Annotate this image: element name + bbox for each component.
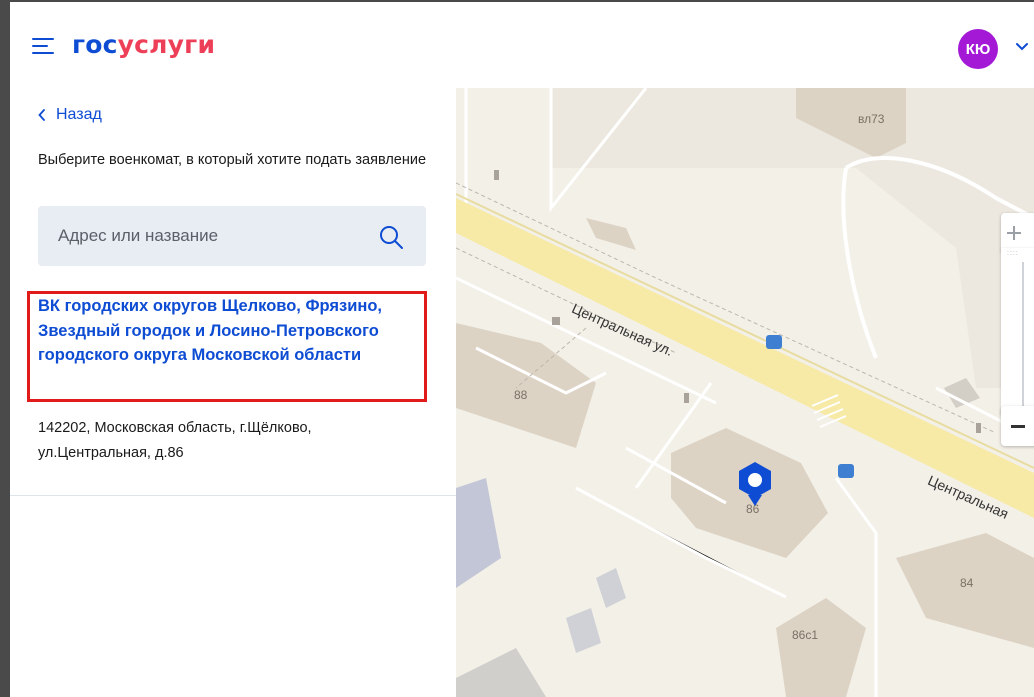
divider: [10, 495, 456, 496]
zoom-slider[interactable]: ::::: [1001, 248, 1034, 414]
zoom-out-button[interactable]: [1001, 406, 1034, 446]
result-title-link[interactable]: ВК городских округов Щелково, Фрязино, З…: [38, 294, 418, 368]
building-label-88: 88: [514, 388, 528, 402]
logo-part-uslugi: услуги: [117, 30, 216, 59]
menu-icon[interactable]: [32, 38, 54, 54]
office-selection-panel: Назад Выберите военкомат, в который хоти…: [10, 88, 456, 697]
chevron-down-icon[interactable]: [1015, 42, 1029, 52]
instruction-text: Выберите военкомат, в который хотите под…: [38, 152, 427, 168]
gosuslugi-logo[interactable]: госуслуги: [72, 30, 215, 60]
chevron-left-icon: [38, 109, 45, 121]
building-label-86c1: 86с1: [792, 628, 819, 642]
location-pin-icon[interactable]: [735, 460, 775, 508]
map-canvas: [456, 88, 1034, 697]
building-label-vl73: вл73: [858, 112, 885, 126]
user-avatar[interactable]: КЮ: [958, 29, 998, 69]
back-link[interactable]: Назад: [38, 106, 102, 124]
zoom-in-button[interactable]: [1001, 213, 1034, 253]
search-box: [38, 206, 426, 266]
search-input[interactable]: [38, 206, 378, 266]
result-address: 142202, Московская область, г.Щёлково, у…: [38, 420, 312, 461]
back-label: Назад: [56, 106, 102, 123]
zoom-grip-icon: ::::: [1007, 250, 1019, 257]
building-label-84: 84: [960, 576, 974, 590]
logo-part-gos: гос: [72, 30, 118, 59]
search-icon[interactable]: [378, 224, 404, 250]
map-view[interactable]: вл73 88 86 84 86с1 Центральная ул. Центр…: [456, 88, 1034, 697]
top-header: госуслуги КЮ: [10, 2, 1034, 88]
